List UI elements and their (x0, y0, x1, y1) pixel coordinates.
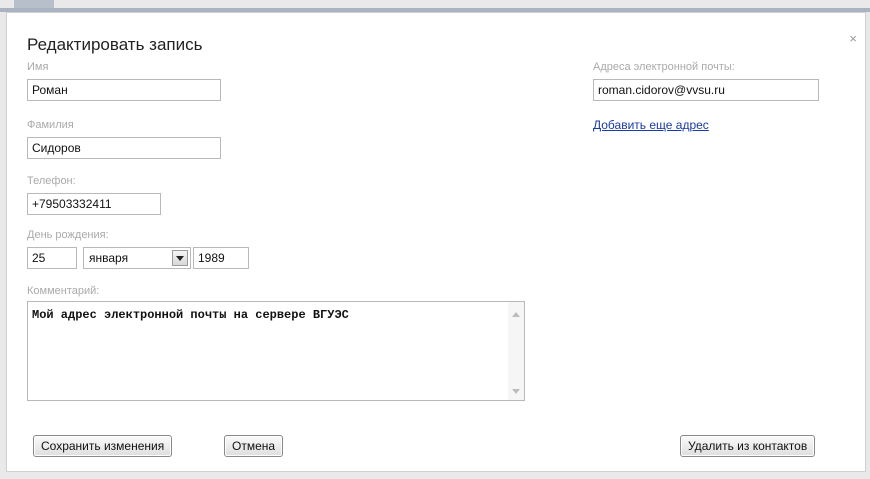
delete-contact-button[interactable]: Удалить из контактов (680, 435, 816, 457)
comment-text: Мой адрес электронной почты на сервере В… (32, 308, 349, 322)
birthday-month-value: января (89, 251, 129, 265)
email-field[interactable]: roman.cidorov@vvsu.ru (593, 79, 819, 101)
top-tab (14, 0, 54, 8)
close-icon[interactable]: × (849, 31, 857, 46)
edit-contact-dialog: Редактировать запись × Имя Роман Фамилия… (6, 12, 866, 472)
scroll-down-icon[interactable] (512, 389, 520, 394)
birthday-year-field[interactable]: 1989 (193, 247, 249, 269)
comment-textarea[interactable]: Мой адрес электронной почты на сервере В… (27, 301, 525, 401)
last-name-field[interactable]: Сидоров (27, 137, 221, 159)
scroll-up-icon[interactable] (512, 312, 520, 317)
first-name-field[interactable]: Роман (27, 79, 221, 101)
dialog-title: Редактировать запись (27, 35, 203, 54)
comment-label: Комментарий: (27, 285, 100, 297)
last-name-label: Фамилия (27, 119, 74, 131)
birthday-day-field[interactable]: 25 (27, 247, 77, 269)
comment-scrollbar[interactable] (508, 302, 524, 400)
birthday-label: День рождения: (27, 229, 109, 241)
save-button[interactable]: Сохранить изменения (33, 435, 173, 457)
add-email-link[interactable]: Добавить еще адрес (593, 118, 709, 132)
first-name-label: Имя (27, 61, 49, 73)
phone-label: Телефон: (27, 175, 76, 187)
chevron-down-icon[interactable] (172, 250, 188, 266)
cancel-button[interactable]: Отмена (224, 435, 284, 457)
phone-field[interactable]: +79503332411 (27, 193, 161, 215)
email-label: Адреса электронной почты: (593, 61, 735, 73)
birthday-month-select[interactable]: января (83, 247, 191, 269)
